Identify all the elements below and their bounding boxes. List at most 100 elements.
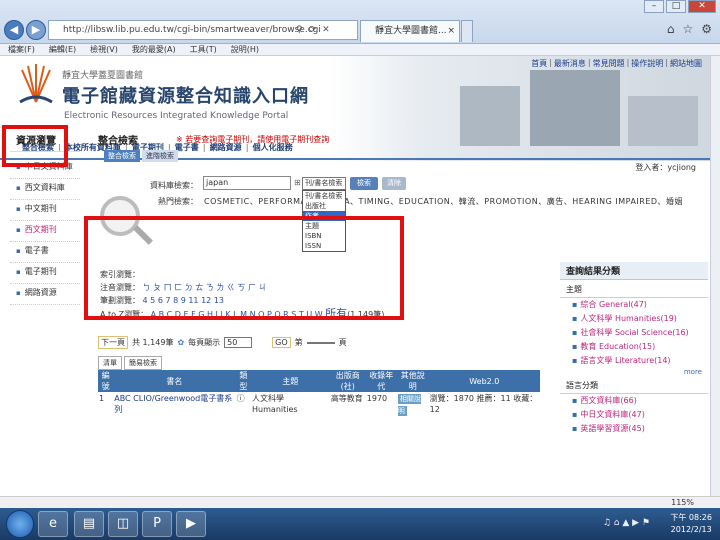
info-icon[interactable]: ⓘ [236,392,251,418]
go-button[interactable]: GO [272,337,291,348]
results-table: 編號 書名 類型 主題 出版商(社) 收錄年代 其他說明 Web2.0 1 ABC CLIO/… [98,370,540,418]
top-link-2[interactable]: 常見問題 [593,58,625,69]
powerpoint-icon[interactable]: P [142,511,172,537]
clock: 下午 08:26 2012/2/13 [670,512,712,536]
column-header-5[interactable]: 收錄年代 [365,370,397,392]
browser-tab[interactable]: 靜宜大學圖書館... × [360,20,460,42]
row-web20: 瀏覽：1870 推薦：11 收藏：12 [429,394,538,414]
menu-item-0[interactable]: 檔案(F) [8,44,35,55]
dropdown-option-0[interactable]: 刊/書名檢索 [303,191,345,201]
tray-icons[interactable]: ♫ ⌂ ▲ ▶ ⚑ [603,518,650,528]
top-link-separator: | [626,58,630,67]
sidebar-item-1[interactable]: 西文資料庫 [10,179,80,200]
browser-toolbar-icons: ⌂ ☆ ⚙ [667,22,712,36]
menu-item-2[interactable]: 檢視(V) [90,44,118,55]
library-name: 靜宜大學蓋夏圖書館 [62,71,144,81]
close-window-icon[interactable]: ✕ [688,0,716,13]
search-input[interactable]: japan [203,176,291,190]
column-header-1[interactable]: 書名 [113,370,236,392]
clock-time: 下午 08:26 [670,513,712,522]
top-link-4[interactable]: 網站地圖 [670,58,702,69]
top-link-3[interactable]: 操作說明 [631,58,663,69]
column-header-6[interactable]: 其他說明 [396,370,429,392]
row-title[interactable]: ABC CLIO/Greenwood電子書系列 [113,392,235,418]
highlight-box-search [84,216,404,320]
search-label: 資料庫檢索： [150,181,198,190]
menu-item-4[interactable]: 工具(T) [190,44,217,55]
address-actions: ⚲ ⟳ ✕ [296,20,330,40]
column-header-3[interactable]: 主題 [251,370,330,392]
forward-button[interactable]: ▶ [26,20,46,40]
search-field-select[interactable]: 刊/書名檢索 [302,177,346,190]
top-link-separator: | [549,58,552,67]
stop-icon[interactable]: ✕ [322,20,330,40]
column-header-7[interactable]: Web2.0 [428,370,540,392]
status-bar: 115% [0,496,720,508]
facet-lang-2[interactable]: 英語學習資源(45) [560,422,708,436]
facet-title: 查詢結果分類 [560,262,708,280]
row-number: 1 [99,394,105,403]
favorites-star-icon[interactable]: ☆ [682,22,693,36]
menu-item-5[interactable]: 說明(H) [231,44,259,55]
column-header-2[interactable]: 類型 [235,370,252,392]
back-button[interactable]: ◀ [4,20,24,40]
start-button[interactable] [6,510,34,538]
more-link[interactable]: more [560,368,708,376]
sidebar-item-6[interactable]: 網路資源 [10,284,80,305]
browser-chrome: – □ ✕ ◀ ▶ http://libsw.lib.pu.edu.tw/cgi… [0,0,720,44]
portal-subtitle: Electronic Resources Integrated Knowledg… [64,111,289,121]
refresh-icon[interactable]: ⟳ [309,20,317,40]
facet-subject-list: 綜合 General(47)人文科學 Humanities(19)社會科學 So… [560,298,708,368]
sidebar-item-5[interactable]: 電子期刊 [10,263,80,284]
menu-item-1[interactable]: 編輯(E) [49,44,76,55]
next-page-button[interactable]: 下一頁 [98,336,128,349]
related-info-button[interactable]: 相關說明 [397,394,421,416]
top-link-0[interactable]: 首頁 [531,58,547,69]
facet-subject-0[interactable]: 綜合 General(47) [560,298,708,312]
facet-lang-1[interactable]: 中日文資料庫(47) [560,408,708,422]
facet-subject-3[interactable]: 教育 Education(15) [560,340,708,354]
sidebar-item-3[interactable]: 西文期刊 [10,221,80,242]
facet-subject-2[interactable]: 社會科學 Social Science(16) [560,326,708,340]
facet-subject-1[interactable]: 人文科學 Humanities(19) [560,312,708,326]
top-link-1[interactable]: 最新消息 [554,58,586,69]
row-years: 1970 [366,394,388,403]
search-icon[interactable]: ⚲ [296,20,303,40]
facet-lang-0[interactable]: 西文資料庫(66) [560,394,708,408]
portal-title: 電子館藏資源整合知識入口網 [62,86,309,107]
page-scrollbar[interactable] [710,56,720,496]
page-suffix: 頁 [338,338,347,347]
page-number-input[interactable] [306,341,335,344]
search-button[interactable]: 檢索 [350,177,378,190]
view-tab-simple[interactable]: 簡易檢索 [124,356,162,370]
menu-bar: 檔案(F) 編輯(E) 檢視(V) 我的最愛(A) 工具(T) 說明(H) [0,44,720,56]
page-prefix: 第 [294,338,303,347]
notes-icon[interactable]: ◫ [108,511,138,537]
facet-panel: 查詢結果分類 主題 綜合 General(47)人文科學 Humanities(… [560,262,708,436]
column-header-4[interactable]: 出版商(社) [329,370,366,392]
view-tab-list[interactable]: 清單 [98,356,122,370]
keyboard-icon[interactable]: ⊞ [294,178,301,187]
folder-icon[interactable]: ▤ [74,511,104,537]
minimize-icon[interactable]: – [644,0,664,13]
hot-keywords[interactable]: COSMETIC、PERFORMANCE、TEA、TIMING、EDUCATIO… [204,196,698,208]
column-header-0[interactable]: 編號 [98,370,114,392]
facet-subject-4[interactable]: 語言文學 Literature(14) [560,354,708,368]
row-subject: 人文科學 Humanities [252,394,298,414]
facet-lang-list: 西文資料庫(66)中日文資料庫(47)英語學習資源(45) [560,394,708,436]
menu-item-3[interactable]: 我的最愛(A) [132,44,176,55]
per-page-select[interactable]: 50 [224,337,253,348]
media-player-icon[interactable]: ▶ [176,511,206,537]
dropdown-option-1[interactable]: 出版社 [303,201,345,211]
tab-title: 靜宜大學圖書館... [375,26,447,36]
sidebar-item-2[interactable]: 中文期刊 [10,200,80,221]
sidebar-item-4[interactable]: 電子書 [10,242,80,263]
settings-gear-icon[interactable]: ⚙ [701,22,712,36]
taskbar: e ▤ ◫ P ▶ ♫ ⌂ ▲ ▶ ⚑ 下午 08:26 2012/2/13 [0,508,720,540]
maximize-icon[interactable]: □ [666,0,686,13]
tab-close-icon[interactable]: × [447,21,455,41]
home-icon[interactable]: ⌂ [667,22,675,36]
ie-icon[interactable]: e [38,511,68,537]
clear-button[interactable]: 清除 [382,177,406,190]
new-tab-button[interactable] [461,20,473,42]
